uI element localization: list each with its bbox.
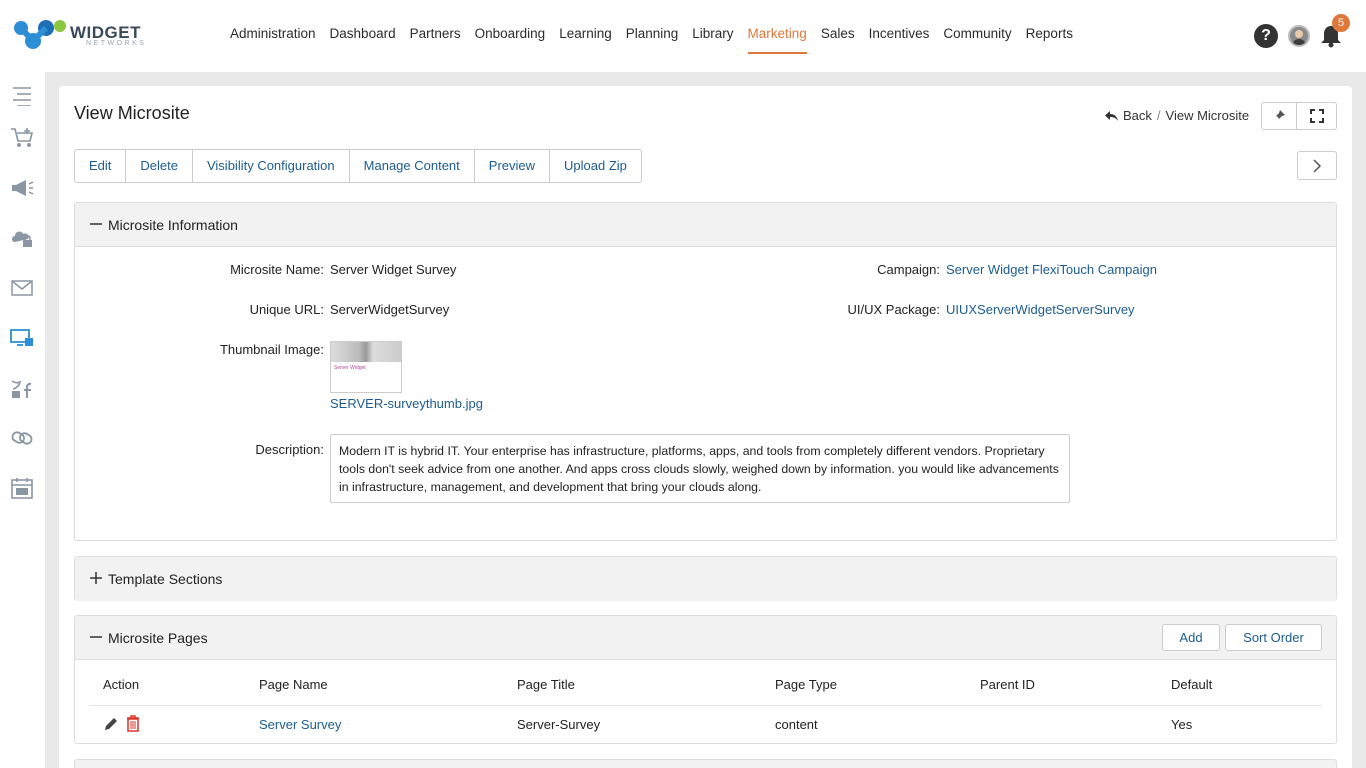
template-sections-panel: Template Sections bbox=[74, 556, 1337, 601]
microsite-name-label: Microsite Name: bbox=[230, 262, 324, 277]
expand-icon bbox=[1309, 109, 1324, 123]
back-label: Back bbox=[1123, 108, 1152, 123]
thumbnail-file-link[interactable]: SERVER-surveythumb.jpg bbox=[330, 396, 483, 411]
page-title-cell: Server-Survey bbox=[517, 717, 601, 732]
menu-icon[interactable] bbox=[10, 84, 34, 108]
header-tools: ? 5 bbox=[1254, 14, 1350, 52]
unique-url-value: ServerWidgetSurvey bbox=[330, 302, 450, 317]
expand-plus-icon bbox=[90, 572, 102, 584]
nav-dashboard[interactable]: Dashboard bbox=[323, 0, 403, 72]
manage-content-button[interactable]: Manage Content bbox=[350, 150, 475, 182]
microsite-icon[interactable] bbox=[10, 326, 34, 350]
thumbnail-label: Thumbnail Image: bbox=[219, 342, 324, 357]
nav-partners[interactable]: Partners bbox=[403, 0, 468, 72]
nav-planning[interactable]: Planning bbox=[619, 0, 686, 72]
column-header-page-name[interactable]: Page Name bbox=[259, 677, 328, 692]
logo-mark-icon bbox=[14, 20, 66, 49]
nav-incentives[interactable]: Incentives bbox=[862, 0, 937, 72]
brand-subtitle: NETWORKS bbox=[86, 40, 147, 47]
column-header-action: Action bbox=[103, 677, 140, 692]
top-navigation-bar: WIDGET NETWORKS Administration Dashboard… bbox=[0, 0, 1366, 72]
campaign-link[interactable]: Server Widget FlexiTouch Campaign bbox=[946, 262, 1157, 277]
column-header-parent-id[interactable]: Parent ID bbox=[980, 677, 1035, 692]
main-content: View Microsite Back / View Microsite Edi… bbox=[59, 86, 1352, 768]
sort-order-button[interactable]: Sort Order bbox=[1225, 624, 1322, 651]
cloud-lock-icon[interactable] bbox=[10, 226, 34, 250]
fullscreen-button[interactable] bbox=[1296, 102, 1337, 130]
uiux-package-link[interactable]: UIUXServerWidgetServerSurvey bbox=[946, 302, 1135, 317]
visibility-configuration-button[interactable]: Visibility Configuration bbox=[193, 150, 350, 182]
nav-reports[interactable]: Reports bbox=[1019, 0, 1080, 72]
nav-library[interactable]: Library bbox=[685, 0, 740, 72]
thumbnail-caption: Server Widget bbox=[334, 365, 366, 371]
pin-icon bbox=[1274, 110, 1285, 121]
column-header-page-title[interactable]: Page Title bbox=[517, 677, 575, 692]
add-page-button[interactable]: Add bbox=[1162, 624, 1220, 651]
microsite-name-value: Server Widget Survey bbox=[330, 262, 457, 277]
thumbnail-image[interactable]: Server Widget bbox=[330, 341, 402, 393]
delete-trash-icon[interactable] bbox=[125, 715, 141, 732]
social-icon[interactable] bbox=[10, 376, 34, 400]
column-header-page-type[interactable]: Page Type bbox=[775, 677, 837, 692]
collapse-icon bbox=[90, 636, 102, 638]
breadcrumb-separator: / bbox=[1156, 108, 1161, 123]
panel-title: Template Sections bbox=[108, 571, 223, 587]
nav-administration[interactable]: Administration bbox=[223, 0, 323, 72]
page-type-cell: content bbox=[775, 717, 818, 732]
template-sections-header[interactable]: Template Sections bbox=[75, 557, 1336, 601]
campaign-label: Campaign: bbox=[877, 262, 940, 277]
default-cell: Yes bbox=[1171, 717, 1193, 732]
breadcrumb-current: View Microsite bbox=[1165, 108, 1250, 123]
panel-title: Microsite Information bbox=[108, 217, 238, 233]
delete-button[interactable]: Delete bbox=[126, 150, 193, 182]
collapse-icon bbox=[90, 223, 102, 225]
link-icon[interactable] bbox=[10, 426, 34, 450]
preview-button[interactable]: Preview bbox=[475, 150, 551, 182]
upload-zip-button[interactable]: Upload Zip bbox=[550, 150, 641, 182]
edit-pencil-icon[interactable] bbox=[103, 716, 119, 732]
pin-button[interactable] bbox=[1261, 102, 1297, 130]
back-arrow-icon bbox=[1105, 110, 1118, 121]
uiux-package-label: UI/UX Package: bbox=[847, 302, 941, 317]
description-box: Modern IT is hybrid IT. Your enterprise … bbox=[330, 434, 1070, 503]
calendar-icon[interactable] bbox=[10, 476, 34, 500]
panel-title: Microsite Pages bbox=[108, 630, 208, 646]
next-button[interactable] bbox=[1297, 151, 1337, 180]
nav-onboarding[interactable]: Onboarding bbox=[468, 0, 553, 72]
column-header-default[interactable]: Default bbox=[1171, 677, 1212, 692]
notification-count-badge: 5 bbox=[1332, 14, 1350, 32]
help-icon[interactable]: ? bbox=[1254, 24, 1278, 48]
main-nav: Administration Dashboard Partners Onboar… bbox=[223, 0, 1080, 72]
table-divider bbox=[89, 705, 1322, 706]
edit-button[interactable]: Edit bbox=[75, 150, 127, 182]
brand-logo[interactable]: WIDGET NETWORKS bbox=[12, 16, 144, 54]
page-name-link[interactable]: Server Survey bbox=[259, 717, 341, 732]
page-title: View Microsite bbox=[74, 103, 190, 123]
nav-sales[interactable]: Sales bbox=[814, 0, 862, 72]
description-label: Description: bbox=[255, 442, 324, 457]
cart-icon[interactable] bbox=[10, 126, 34, 150]
nav-learning[interactable]: Learning bbox=[552, 0, 619, 72]
breadcrumb: Back / View Microsite bbox=[1105, 108, 1249, 123]
unique-url-label: Unique URL: bbox=[249, 302, 324, 317]
action-toolbar: Edit Delete Visibility Configuration Man… bbox=[74, 149, 642, 183]
microsite-pages-panel: Microsite Pages Add Sort Order Action Pa… bbox=[74, 615, 1337, 744]
chevron-right-icon bbox=[1313, 158, 1322, 173]
microsite-information-panel: Microsite Information Microsite Name: Se… bbox=[74, 202, 1337, 541]
nav-marketing[interactable]: Marketing bbox=[741, 0, 814, 72]
microsite-information-header[interactable]: Microsite Information bbox=[75, 203, 1336, 247]
mail-icon[interactable] bbox=[10, 276, 34, 300]
avatar[interactable] bbox=[1288, 25, 1310, 47]
left-sidebar bbox=[0, 72, 45, 768]
megaphone-icon[interactable] bbox=[10, 176, 34, 200]
back-link[interactable]: Back bbox=[1105, 108, 1152, 123]
notifications-button[interactable]: 5 bbox=[1320, 14, 1350, 48]
microsite-pages-header[interactable]: Microsite Pages Add Sort Order bbox=[75, 616, 1336, 660]
nav-community[interactable]: Community bbox=[936, 0, 1018, 72]
next-panel bbox=[74, 759, 1337, 768]
